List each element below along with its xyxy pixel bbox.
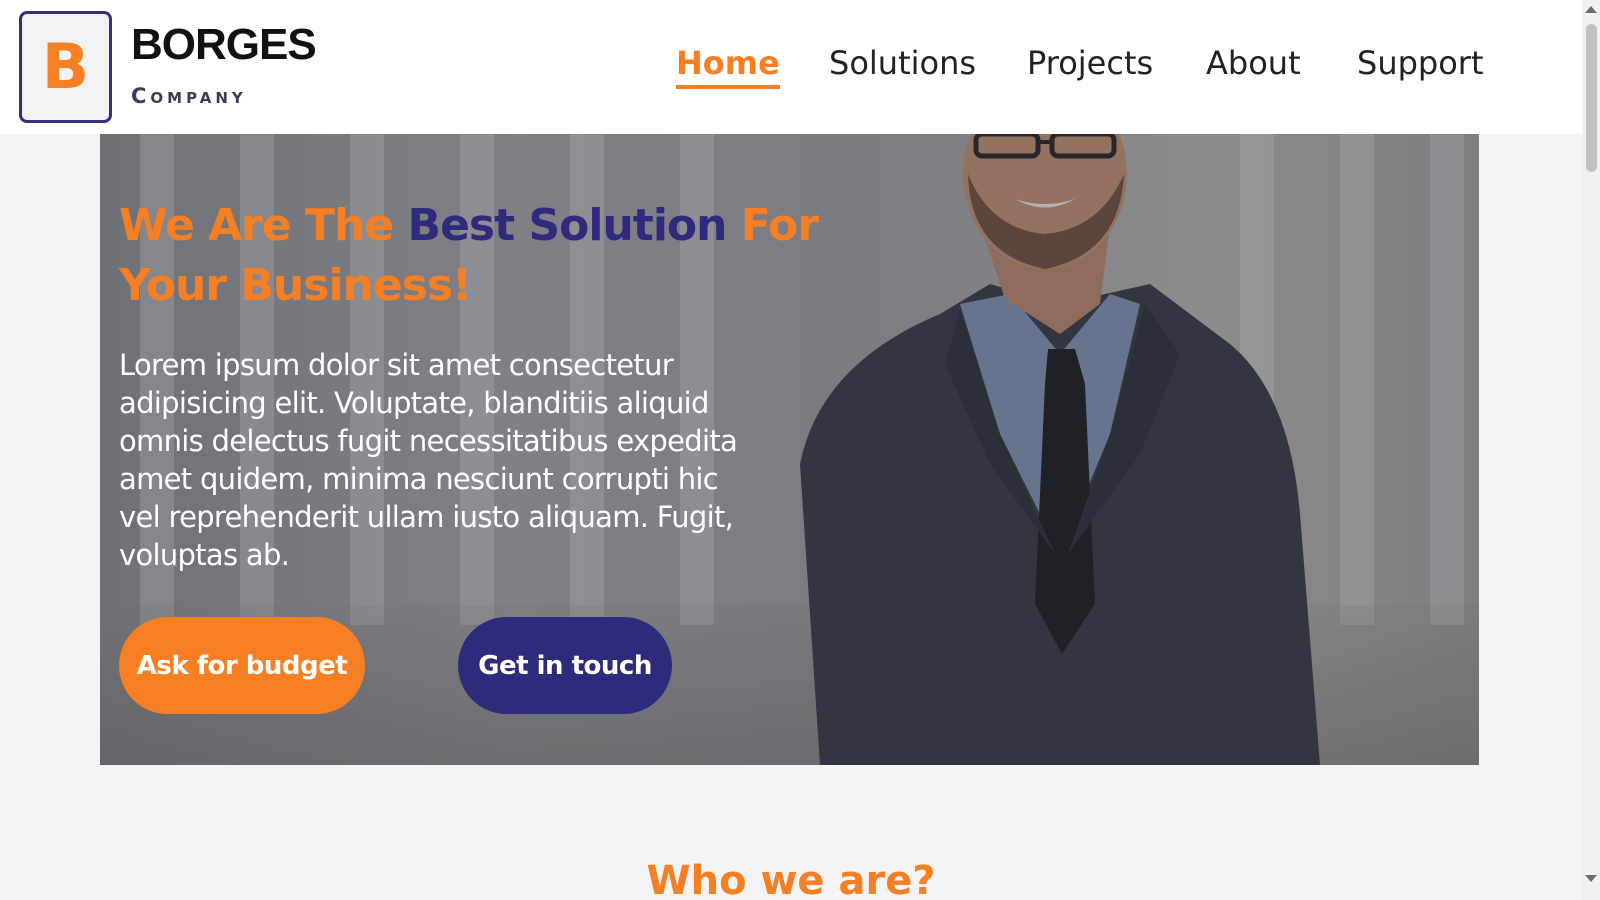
nav-item-about[interactable]: About (1206, 44, 1301, 82)
hero-title-part1: We Are The (119, 200, 408, 251)
section-title-who-we-are: Who we are? (646, 858, 936, 900)
ask-budget-button[interactable]: Ask for budget (119, 617, 365, 714)
hero-banner: We Are The Best Solution For Your Busine… (100, 134, 1479, 765)
hero-title-highlight: Best Solution (407, 200, 728, 251)
nav-item-support[interactable]: Support (1357, 44, 1484, 82)
nav-item-solutions[interactable]: Solutions (829, 44, 976, 82)
scroll-thumb[interactable] (1586, 24, 1597, 172)
hero-title: We Are The Best Solution For Your Busine… (119, 196, 879, 316)
nav-item-projects[interactable]: Projects (1027, 44, 1153, 82)
scroll-down-icon[interactable] (1585, 875, 1597, 882)
nav-item-home[interactable]: Home (676, 44, 780, 89)
main-nav: Home Solutions Projects About Support (0, 0, 1582, 134)
page: B BORGES Company Home Solutions Projects… (0, 0, 1600, 900)
hero-description: Lorem ipsum dolor sit amet consectetur a… (119, 348, 738, 572)
scroll-up-icon[interactable] (1585, 6, 1597, 13)
page-scrollbar[interactable] (1582, 0, 1600, 900)
get-in-touch-button[interactable]: Get in touch (458, 617, 672, 714)
site-header: B BORGES Company Home Solutions Projects… (0, 0, 1582, 134)
